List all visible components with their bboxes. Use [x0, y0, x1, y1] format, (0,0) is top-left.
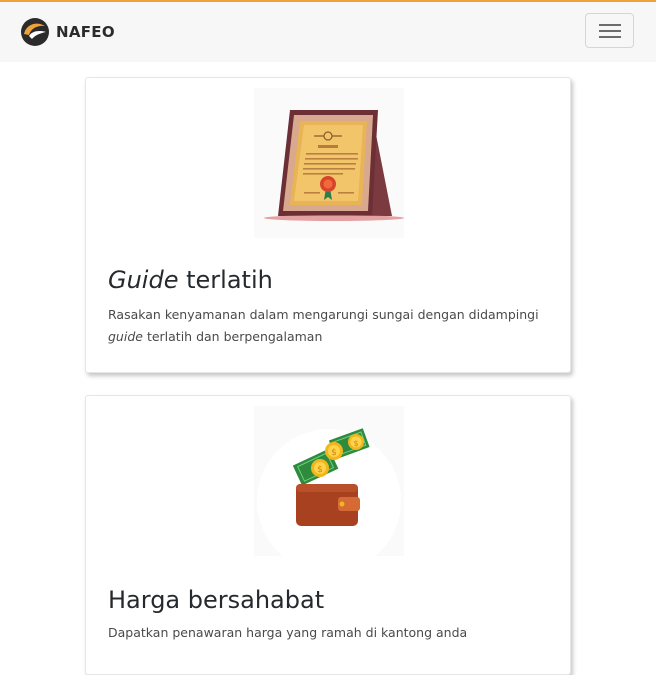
brand-name: NAFEO — [56, 23, 115, 41]
card-title-emphasis: Guide — [108, 266, 179, 294]
menu-toggle-button[interactable] — [585, 13, 634, 48]
nafeo-logo-icon — [21, 18, 49, 46]
wallet-money-icon: $ $ $ — [254, 406, 404, 556]
card-description: Dapatkan penawaran harga yang ramah di k… — [108, 625, 468, 640]
card-description: Rasakan kenyamanan dalam mengarungi sung… — [108, 304, 548, 348]
certificate-icon — [254, 88, 404, 238]
card-title: Guide terlatih — [108, 266, 273, 294]
card-text-part: terlatih dan berpengalaman — [142, 329, 323, 344]
card-text-part: Rasakan kenyamanan dalam mengarungi sung… — [108, 307, 539, 322]
feature-card-price: $ $ $ Harga bersahabat Dapatkan penawara… — [85, 395, 571, 675]
navbar: NAFEO — [0, 2, 656, 62]
svg-text:$: $ — [353, 439, 358, 448]
card-title: Harga bersahabat — [108, 586, 325, 614]
feature-card-guide: Guide terlatih Rasakan kenyamanan dalam … — [85, 77, 571, 373]
card-text-emphasis: guide — [108, 329, 143, 344]
svg-text:$: $ — [331, 448, 337, 458]
hamburger-menu-icon — [599, 24, 621, 38]
card-title-rest: terlatih — [178, 266, 273, 294]
svg-text:$: $ — [317, 465, 323, 475]
brand-link[interactable]: NAFEO — [20, 17, 115, 47]
